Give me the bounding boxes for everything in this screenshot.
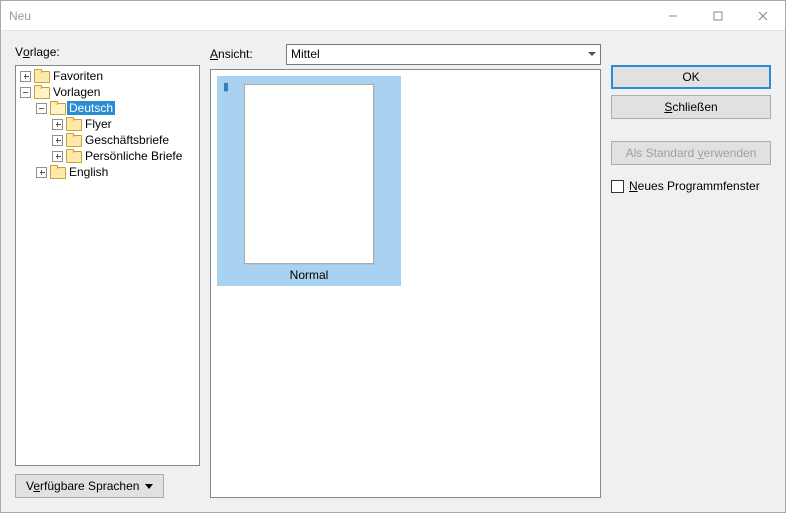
select-value: Mittel xyxy=(291,47,320,61)
button-label: Schließen xyxy=(664,100,717,114)
close-icon xyxy=(758,11,768,21)
expander-icon[interactable] xyxy=(36,167,47,178)
thumbnail-label: Normal xyxy=(243,268,375,282)
tree-item-geschaeftsbriefe[interactable]: Geschäftsbriefe xyxy=(16,132,199,148)
folder-open-icon xyxy=(50,102,64,114)
button-label: Als Standard verwenden xyxy=(626,146,757,160)
spacer xyxy=(611,125,771,135)
ok-button[interactable]: OK xyxy=(611,65,771,89)
folder-icon xyxy=(34,70,48,82)
template-thumbnail-selected[interactable]: ▮ Normal xyxy=(217,76,401,286)
label-text: rlage: xyxy=(30,45,60,59)
tree-label: Geschäftsbriefe xyxy=(83,133,171,147)
window-title: Neu xyxy=(1,9,650,23)
expander-icon[interactable] xyxy=(52,119,63,130)
pin-icon: ▮ xyxy=(223,80,355,90)
folder-icon xyxy=(66,134,80,146)
expander-icon[interactable] xyxy=(52,151,63,162)
tree-label: Vorlagen xyxy=(51,85,102,99)
middle-column: Ansicht: Mittel ▮ Normal xyxy=(210,43,601,498)
dialog-content: Vorlage: Favoriten Vorlagen xyxy=(1,31,785,512)
close-button[interactable]: Schließen xyxy=(611,95,771,119)
tree-label: Favoriten xyxy=(51,69,105,83)
tree-item-deutsch[interactable]: Deutsch xyxy=(16,100,199,116)
template-label: Vorlage: xyxy=(15,43,200,61)
folder-open-icon xyxy=(34,86,48,98)
window-controls xyxy=(650,1,785,30)
expander-icon[interactable] xyxy=(36,103,47,114)
set-default-button: Als Standard verwenden xyxy=(611,141,771,165)
tree-item-persoenliche[interactable]: Persönliche Briefe xyxy=(16,148,199,164)
tree-item-vorlagen[interactable]: Vorlagen xyxy=(16,84,199,100)
dialog-window: Neu Vorlage: Favoriten xyxy=(0,0,786,513)
caret-down-icon xyxy=(145,484,153,489)
minimize-button[interactable] xyxy=(650,1,695,30)
tree-label-selected: Deutsch xyxy=(67,101,115,115)
checkbox-icon[interactable] xyxy=(611,180,624,193)
tree-label: Persönliche Briefe xyxy=(83,149,184,163)
available-languages-button[interactable]: Verfügbare Sprachen xyxy=(15,474,164,498)
label-accel: o xyxy=(23,45,30,59)
tree-label: English xyxy=(67,165,110,179)
template-tree[interactable]: Favoriten Vorlagen Deutsch xyxy=(15,65,200,466)
button-label: Verfügbare Sprachen xyxy=(26,479,139,493)
titlebar: Neu xyxy=(1,1,785,31)
maximize-icon xyxy=(713,11,723,21)
expander-icon[interactable] xyxy=(20,71,31,82)
folder-icon xyxy=(66,118,80,130)
left-column: Vorlage: Favoriten Vorlagen xyxy=(15,43,200,498)
minimize-icon xyxy=(668,11,678,21)
view-label: Ansicht: xyxy=(210,45,280,63)
view-header: Ansicht: Mittel xyxy=(210,43,601,65)
folder-icon xyxy=(50,166,64,178)
label-text: nsicht: xyxy=(218,47,253,61)
folder-icon xyxy=(66,150,80,162)
label-text: V xyxy=(15,45,23,59)
template-gallery[interactable]: ▮ Normal xyxy=(210,69,601,498)
expander-icon[interactable] xyxy=(20,87,31,98)
close-window-button[interactable] xyxy=(740,1,785,30)
tree-item-flyer[interactable]: Flyer xyxy=(16,116,199,132)
label-accel: A xyxy=(210,47,218,61)
right-column: OK Schließen Als Standard verwenden Neue… xyxy=(611,43,771,498)
chevron-down-icon xyxy=(588,52,596,56)
checkbox-label: Neues Programmfenster xyxy=(629,179,760,193)
tree-item-favoriten[interactable]: Favoriten xyxy=(16,68,199,84)
button-label: OK xyxy=(682,70,699,84)
language-button-row: Verfügbare Sprachen xyxy=(15,474,200,498)
expander-icon[interactable] xyxy=(52,135,63,146)
document-preview xyxy=(244,84,374,264)
new-window-checkbox-row[interactable]: Neues Programmfenster xyxy=(611,179,771,193)
tree-item-english[interactable]: English xyxy=(16,164,199,180)
view-select[interactable]: Mittel xyxy=(286,44,601,65)
tree-label: Flyer xyxy=(83,117,114,131)
maximize-button[interactable] xyxy=(695,1,740,30)
